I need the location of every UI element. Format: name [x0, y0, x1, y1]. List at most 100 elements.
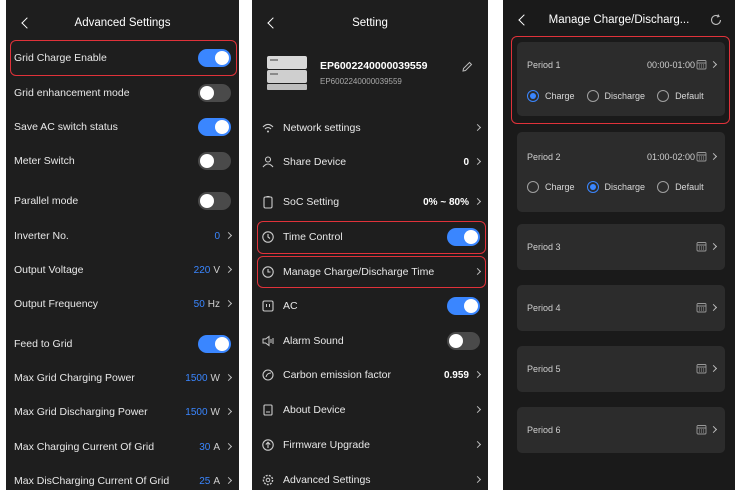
chevron-right-icon — [473, 267, 482, 275]
period-card[interactable]: Period 3 — [517, 224, 725, 270]
chevron-right-icon — [473, 370, 482, 378]
radio-label: Charge — [545, 91, 575, 101]
grid-enhancement-toggle[interactable] — [198, 84, 231, 102]
row-grid-charge-enable: Grid Charge Enable — [6, 41, 239, 75]
battery-icon — [260, 194, 276, 210]
row-max-discharging-current[interactable]: Max DisCharging Current Of Grid 25 A — [6, 464, 239, 490]
edit-icon[interactable] — [460, 60, 474, 74]
page-title: Setting — [352, 17, 388, 29]
setting-screen: Setting EP6002240000039559 EP60022400000… — [252, 0, 488, 490]
network-icon — [260, 120, 276, 136]
period-label: Period 1 — [527, 60, 561, 70]
grid-charge-toggle[interactable] — [198, 49, 231, 67]
row-soc-setting[interactable]: SoC Setting 0% ~ 80% — [252, 185, 488, 219]
chevron-right-icon — [224, 373, 233, 381]
soc-range-value: 0% ~ 80% — [423, 196, 469, 208]
advanced-settings-screen: Advanced Settings Grid Charge Enable Gri… — [6, 0, 239, 490]
back-chevron-icon — [517, 14, 530, 26]
row-max-grid-discharging-power[interactable]: Max Grid Discharging Power 1500 W — [6, 395, 239, 429]
chevron-right-icon — [224, 407, 233, 415]
row-manage-charge-discharge[interactable]: Manage Charge/Discharge Time — [252, 255, 488, 289]
row-alarm-sound: Alarm Sound — [252, 324, 488, 358]
calendar-icon[interactable] — [696, 363, 707, 374]
chevron-right-icon — [709, 152, 718, 161]
chevron-right-icon — [224, 265, 233, 273]
row-label: Feed to Grid — [14, 338, 73, 350]
back-button[interactable] — [262, 12, 280, 34]
calendar-icon[interactable] — [696, 59, 707, 70]
row-label: Max Grid Charging Power — [14, 372, 135, 384]
radio-charge[interactable]: Charge — [527, 181, 575, 193]
device-name: EP6002240000039559 — [320, 60, 428, 72]
radio-charge[interactable]: Charge — [527, 90, 575, 102]
leaf-icon — [260, 367, 276, 383]
row-label: Advanced Settings — [283, 474, 371, 486]
device-card[interactable]: EP6002240000039559 EP6002240000039559 — [262, 48, 478, 98]
calendar-icon[interactable] — [696, 302, 707, 313]
back-button[interactable] — [16, 12, 34, 34]
row-ac: AC — [252, 289, 488, 323]
row-parallel-mode: Parallel mode — [6, 184, 239, 218]
time-control-toggle[interactable] — [447, 228, 480, 246]
row-about-device[interactable]: About Device — [252, 393, 488, 427]
calendar-icon[interactable] — [696, 151, 707, 162]
row-output-voltage[interactable]: Output Voltage 220 V — [6, 253, 239, 287]
period-card[interactable]: Period 2 01:00-02:00 Charge Discharge De… — [517, 132, 725, 212]
radio-default[interactable]: Default — [657, 90, 704, 102]
parallel-mode-toggle[interactable] — [198, 192, 231, 210]
row-carbon-emission[interactable]: Carbon emission factor 0.959 — [252, 358, 488, 392]
carbon-factor-value: 0.959 — [443, 369, 469, 381]
period-card[interactable]: Period 6 — [517, 407, 725, 453]
meter-switch-toggle[interactable] — [198, 152, 231, 170]
device-serial: EP6002240000039559 — [320, 77, 402, 86]
radio-discharge[interactable]: Discharge — [586, 90, 645, 102]
page-title: Advanced Settings — [74, 17, 171, 29]
calendar-icon[interactable] — [696, 424, 707, 435]
header: Advanced Settings — [6, 0, 239, 46]
row-max-grid-charging-power[interactable]: Max Grid Charging Power 1500 W — [6, 361, 239, 395]
feed-to-grid-toggle[interactable] — [198, 335, 231, 353]
ac-toggle[interactable] — [447, 297, 480, 315]
refresh-icon[interactable] — [709, 13, 723, 27]
radio-discharge[interactable]: Discharge — [586, 181, 645, 193]
save-ac-switch-toggle[interactable] — [198, 118, 231, 136]
radio-label: Default — [675, 91, 704, 101]
row-inverter-no[interactable]: Inverter No. 0 — [6, 219, 239, 253]
row-advanced-settings[interactable]: Advanced Settings — [252, 463, 488, 490]
calendar-icon[interactable] — [696, 241, 707, 252]
row-label: Output Voltage — [14, 264, 84, 276]
row-firmware-upgrade[interactable]: Firmware Upgrade — [252, 428, 488, 462]
chevron-right-icon — [224, 231, 233, 239]
row-label: Grid Charge Enable — [14, 52, 107, 64]
row-label: Max Charging Current Of Grid — [14, 441, 155, 453]
period-card[interactable]: Period 1 00:00-01:00 Charge Discharge De… — [517, 42, 725, 116]
row-label: Share Device — [283, 156, 347, 168]
row-time-control: Time Control — [252, 220, 488, 254]
row-output-frequency[interactable]: Output Frequency 50 Hz — [6, 287, 239, 321]
header: Setting — [252, 0, 488, 46]
row-share-device[interactable]: Share Device 0 — [252, 145, 488, 179]
row-label: Meter Switch — [14, 155, 75, 167]
chevron-right-icon — [224, 442, 233, 450]
row-label: Max Grid Discharging Power — [14, 406, 148, 418]
clock-charge-icon — [260, 264, 276, 280]
row-meter-switch: Meter Switch — [6, 144, 239, 178]
manage-charge-discharge-screen: Manage Charge/Discharg... Period 1 00:00… — [503, 0, 735, 490]
period-card[interactable]: Period 5 — [517, 346, 725, 392]
period-card[interactable]: Period 4 — [517, 285, 725, 331]
row-max-charging-current[interactable]: Max Charging Current Of Grid 30 A — [6, 430, 239, 464]
row-label: Firmware Upgrade — [283, 439, 370, 451]
radio-label: Charge — [545, 182, 575, 192]
alarm-sound-toggle[interactable] — [447, 332, 480, 350]
period-label: Period 2 — [527, 152, 561, 162]
share-device-count: 0 — [463, 156, 469, 168]
row-label: Time Control — [283, 231, 343, 243]
radio-circle — [527, 181, 539, 193]
row-label: Inverter No. — [14, 230, 69, 242]
period-label: Period 4 — [527, 303, 561, 313]
radio-default[interactable]: Default — [657, 181, 704, 193]
back-button[interactable] — [513, 9, 531, 31]
row-network-settings[interactable]: Network settings — [252, 111, 488, 145]
max-charging-current-value: 30 A — [199, 441, 220, 453]
row-label: SoC Setting — [283, 196, 340, 208]
